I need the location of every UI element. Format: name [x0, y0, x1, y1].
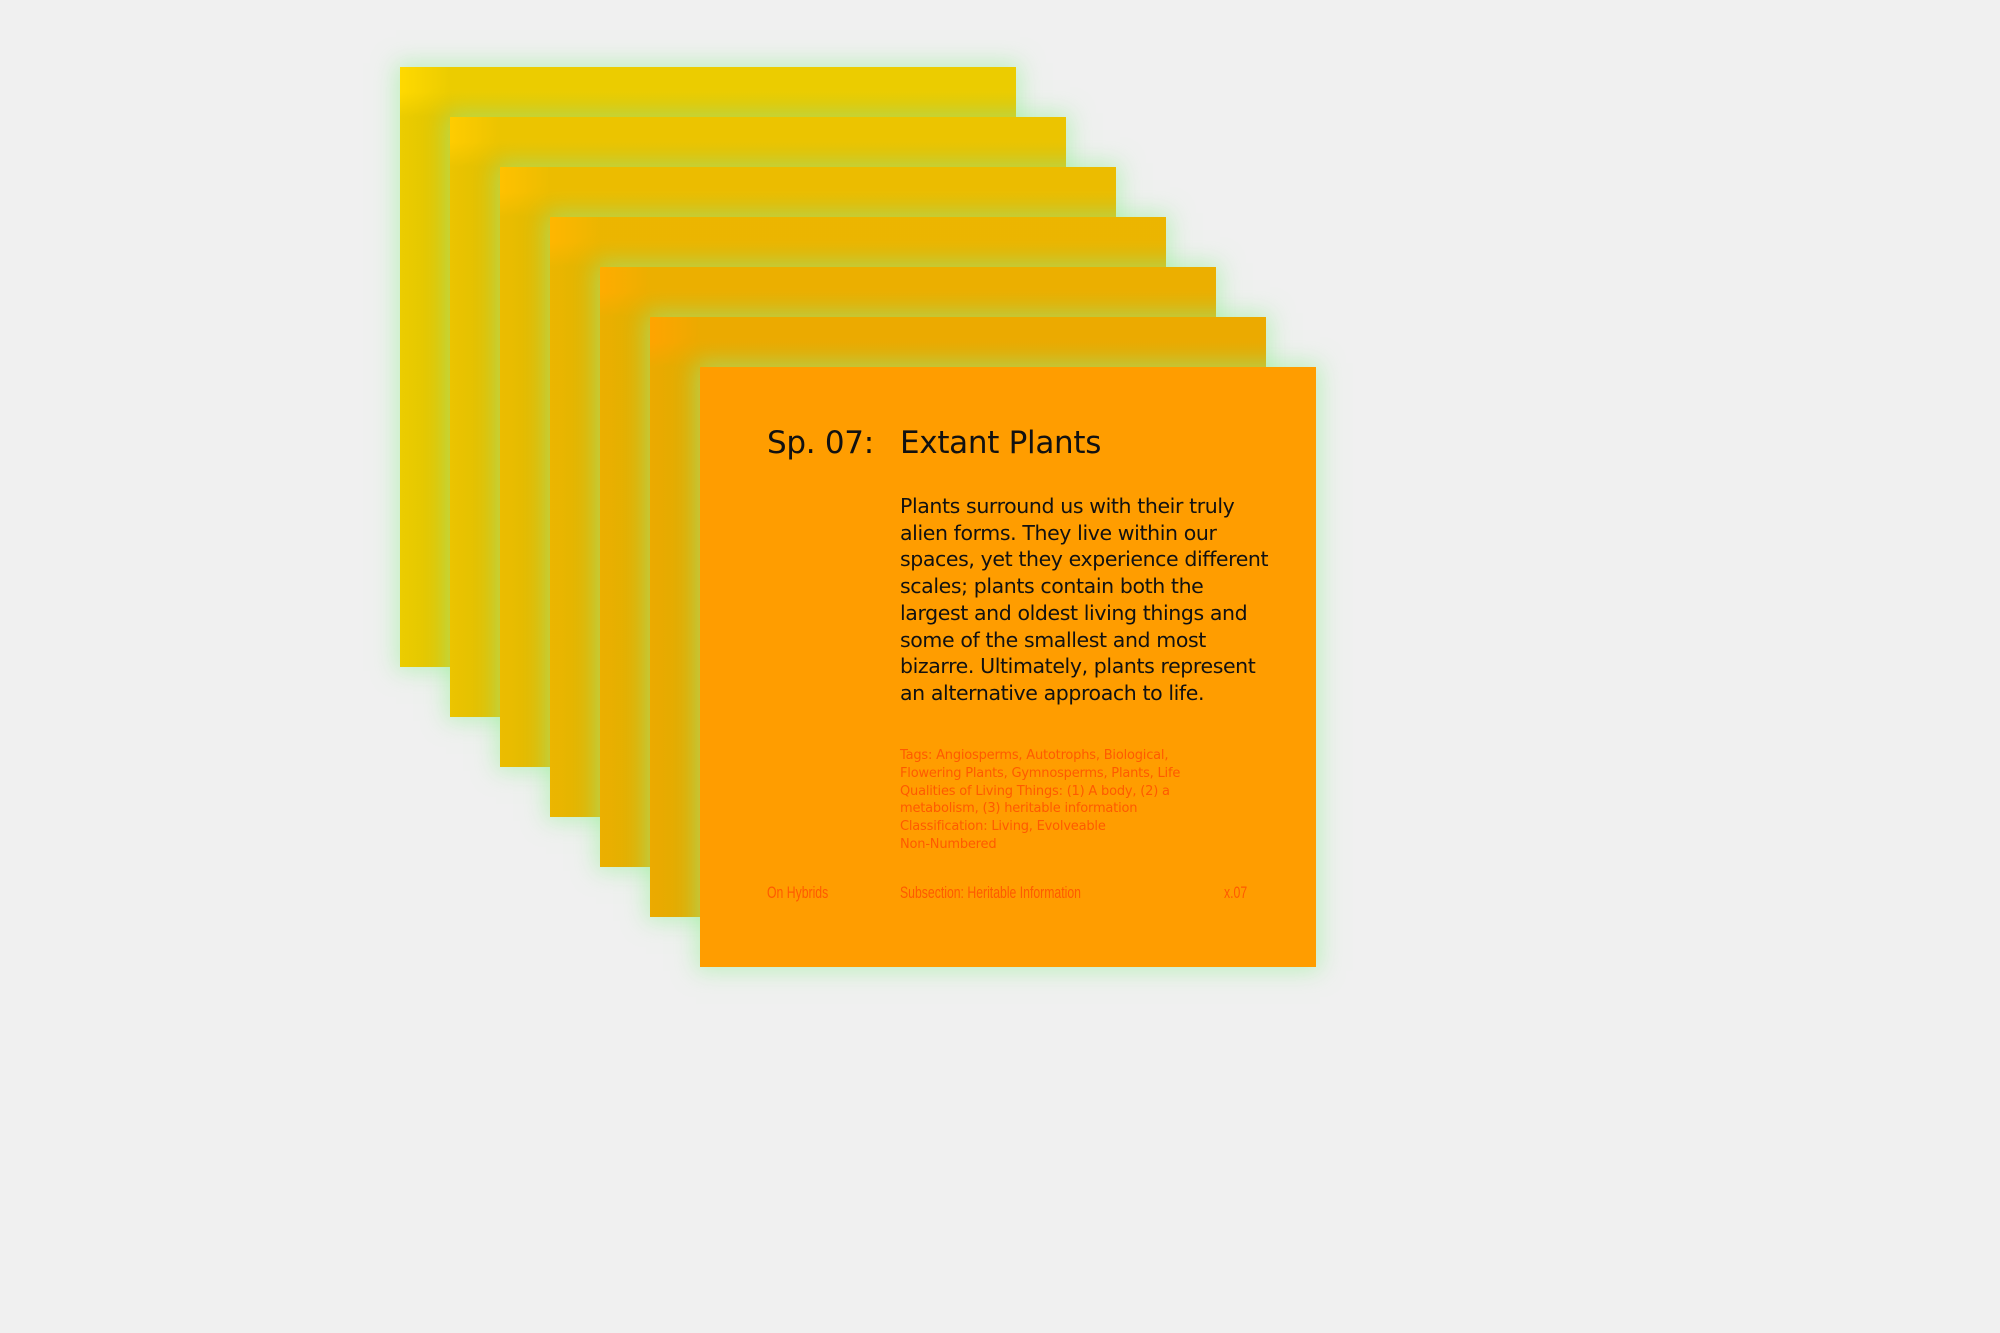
footer-section: On Hybrids	[767, 883, 829, 902]
meta-line: Classification: Living, Evolveable	[900, 819, 1106, 835]
card-title: Extant Plants	[900, 425, 1102, 461]
card-meta: Tags: Angiosperms, Autotrophs, Biologica…	[900, 747, 1230, 854]
footer-subsection: Subsection: Heritable Information	[900, 883, 1081, 902]
footer-index: x.07	[1224, 883, 1248, 902]
meta-line: Flowering Plants, Gymnosperms, Plants, L…	[900, 765, 1181, 781]
meta-line: Tags: Angiosperms, Autotrophs, Biologica…	[900, 748, 1169, 763]
card-extant-plants[interactable]: Sp. 07: Extant Plants Plants surround us…	[700, 367, 1316, 967]
meta-line: metabolism, (3) heritable information	[900, 801, 1138, 817]
species-label: Sp. 07:	[767, 425, 874, 461]
card-description: Plants surround us with their truly alie…	[900, 494, 1269, 705]
meta-line: Non-Numbered	[900, 836, 997, 852]
meta-line: Qualities of Living Things: (1) A body, …	[900, 783, 1170, 799]
